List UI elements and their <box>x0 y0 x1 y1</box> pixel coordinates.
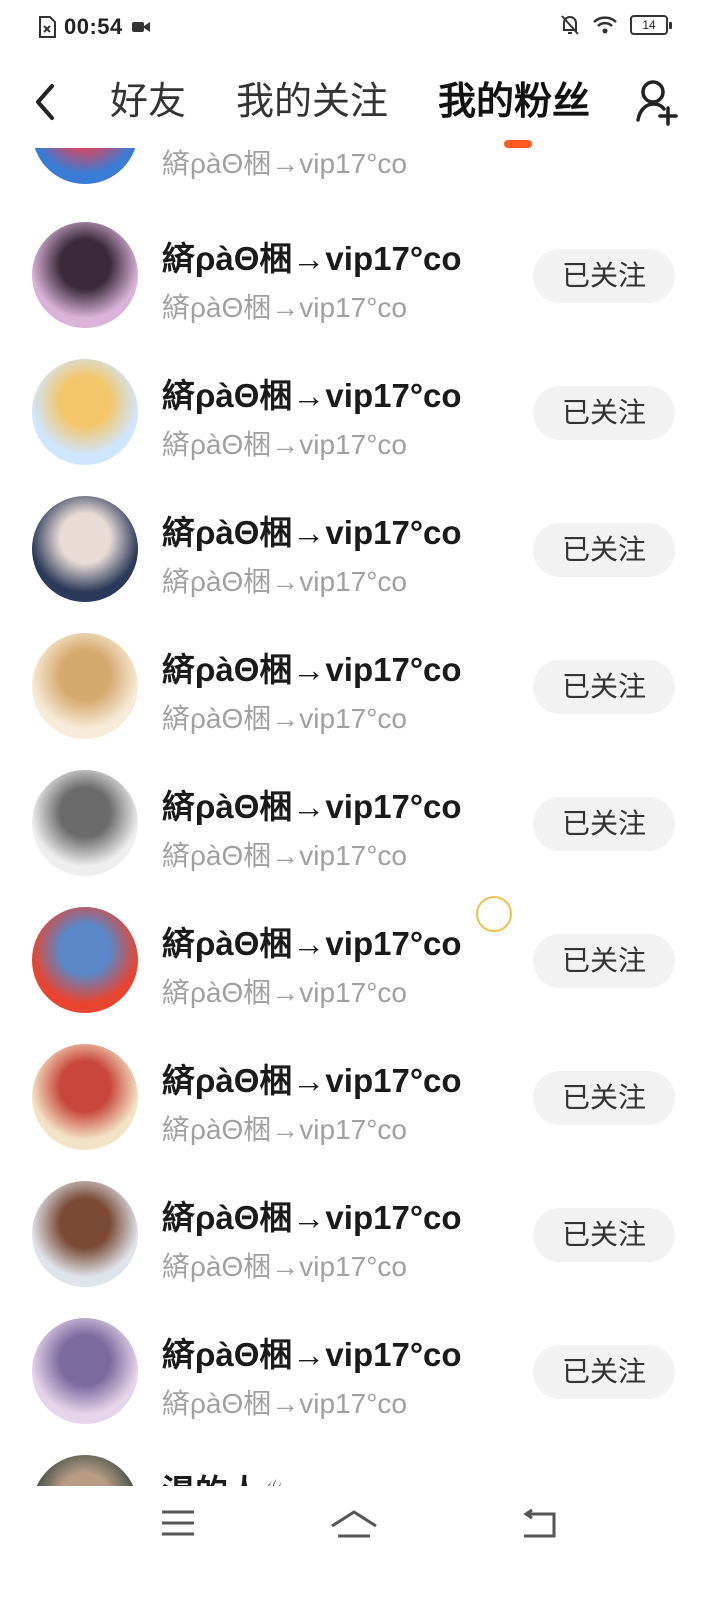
user-subtitle: 緕ρàΘ梱→vip17°co <box>162 292 407 323</box>
user-name: 緕ρàΘ梱→vip17°co <box>162 788 462 825</box>
list-item[interactable]: 緕ρàΘ梱→vip17°co 緕ρàΘ梱→vip17°co 已关注 <box>0 1318 720 1455</box>
touch-indicator <box>476 896 512 932</box>
user-name: 緕ρàΘ梱→vip17°co <box>162 1199 462 1236</box>
menu-icon <box>162 1510 194 1536</box>
system-nav-bar <box>0 1486 720 1600</box>
list-item[interactable]: 緕ρàΘ梱→vip17°co 緕ρàΘ梱→vip17°co 已关注 <box>0 907 720 1044</box>
list-item[interactable]: 緕ρàΘ梱→vip17°co 緕ρàΘ梱→vip17°co 已关注 <box>0 359 720 496</box>
wifi-icon <box>593 16 617 34</box>
tab-following[interactable]: 我的关注 <box>236 80 388 124</box>
user-name: 緕ρàΘ梱→vip17°co <box>162 1062 462 1099</box>
user-name: 緕ρàΘ梱→vip17°co <box>162 1336 462 1373</box>
avatar[interactable] <box>32 633 138 739</box>
list-item[interactable]: 緕ρàΘ梱→vip17°co 緕ρàΘ梱→vip17°co 已关注 <box>0 1181 720 1318</box>
fans-list[interactable]: 緕ρàΘ梱→vip17°co已关注緕ρàΘ梱→vip17°co緕ρàΘ梱→vip… <box>0 148 720 1486</box>
user-subtitle: 緕ρàΘ梱→vip17°co <box>162 566 407 597</box>
list-item[interactable]: 緕ρàΘ梱→vip17°co 緕ρàΘ梱→vip17°co 已关注 <box>0 1044 720 1181</box>
list-item[interactable]: 緕ρàΘ梱→vip17°co 緕ρàΘ梱→vip17°co 已关注 <box>0 222 720 359</box>
avatar[interactable] <box>32 770 138 876</box>
back-nav-button[interactable] <box>518 1508 578 1552</box>
followed-button[interactable]: 已关注 <box>533 1208 675 1262</box>
user-name: 緕ρàΘ梱→vip17°co <box>162 240 462 277</box>
status-left: 00:54 <box>38 14 151 40</box>
followed-button[interactable]: 已关注 <box>533 1345 675 1399</box>
user-subtitle: 緕ρàΘ梱→vip17°co <box>162 429 407 460</box>
user-subtitle: 緕ρàΘ梱→vip17°co <box>162 840 407 871</box>
user-subtitle: 緕ρàΘ梱→vip17°co <box>162 1388 407 1419</box>
home-icon <box>331 1510 377 1538</box>
home-button[interactable] <box>330 1508 390 1552</box>
tab-fans[interactable]: 我的粉丝 <box>438 80 590 124</box>
back-button[interactable] <box>26 80 66 124</box>
user-name: 緕ρàΘ梱→vip17°co <box>162 925 462 962</box>
screen-record-icon <box>131 22 150 32</box>
list-item[interactable]: 緕ρàΘ梱→vip17°co已关注 <box>0 148 720 215</box>
status-right: 14 <box>560 14 672 36</box>
top-header: 好友 我的关注 我的粉丝 <box>0 56 720 148</box>
active-tab-indicator <box>504 140 532 148</box>
add-user-icon <box>636 80 678 126</box>
user-name: 緕ρàΘ梱→vip17°co <box>162 651 462 688</box>
add-friend-button[interactable] <box>636 78 678 126</box>
user-name: 緕ρàΘ梱→vip17°co <box>162 377 462 414</box>
list-item[interactable]: 緕ρàΘ梱→vip17°co 緕ρàΘ梱→vip17°co 已关注 <box>0 633 720 770</box>
followed-button[interactable]: 已关注 <box>533 934 675 988</box>
followed-button[interactable]: 已关注 <box>533 797 675 851</box>
avatar[interactable] <box>32 496 138 602</box>
avatar[interactable] <box>32 1455 138 1486</box>
user-subtitle: 緕ρàΘ梱→vip17°co <box>162 1114 407 1145</box>
followed-button[interactable]: 已关注 <box>533 1071 675 1125</box>
recent-apps-button[interactable] <box>160 1508 220 1552</box>
followed-button[interactable]: 已关注 <box>533 660 675 714</box>
followed-button[interactable]: 已关注 <box>533 249 675 303</box>
followed-button[interactable]: 已关注 <box>533 386 675 440</box>
user-subtitle: 緕ρàΘ梱→vip17°co <box>162 703 407 734</box>
back-nav-icon <box>523 1508 556 1538</box>
tab-bar: 好友 我的关注 我的粉丝 <box>110 80 640 124</box>
avatar[interactable] <box>32 222 138 328</box>
avatar[interactable] <box>32 1181 138 1287</box>
user-name: 渴的人♨ <box>162 1465 291 1486</box>
avatar[interactable] <box>32 1044 138 1150</box>
avatar[interactable] <box>32 1318 138 1424</box>
followed-button[interactable]: 已关注 <box>533 523 675 577</box>
list-item[interactable]: 緕ρàΘ梱→vip17°co 緕ρàΘ梱→vip17°co 已关注 <box>0 496 720 633</box>
status-time: 00:54 <box>64 14 123 39</box>
sim-error-icon <box>39 16 56 38</box>
back-arrow-icon <box>36 84 54 120</box>
user-subtitle: 緕ρàΘ梱→vip17°co <box>162 1251 407 1282</box>
avatar[interactable] <box>32 359 138 465</box>
status-bar: 00:54 14 <box>0 0 720 56</box>
avatar[interactable] <box>32 148 138 184</box>
bell-muted-icon <box>561 15 579 35</box>
user-subtitle: 緕ρàΘ梱→vip17°co <box>162 977 407 1008</box>
tab-friends[interactable]: 好友 <box>110 80 186 124</box>
battery-indicator: 14 <box>630 15 672 35</box>
list-item[interactable]: 緕ρàΘ梱→vip17°co 緕ρàΘ梱→vip17°co 已关注 <box>0 770 720 907</box>
avatar[interactable] <box>32 907 138 1013</box>
user-name: 緕ρàΘ梱→vip17°co <box>162 514 462 551</box>
user-subtitle: 緕ρàΘ梱→vip17°co <box>162 148 407 179</box>
list-item[interactable]: 渴的人♨ <box>0 1455 720 1486</box>
